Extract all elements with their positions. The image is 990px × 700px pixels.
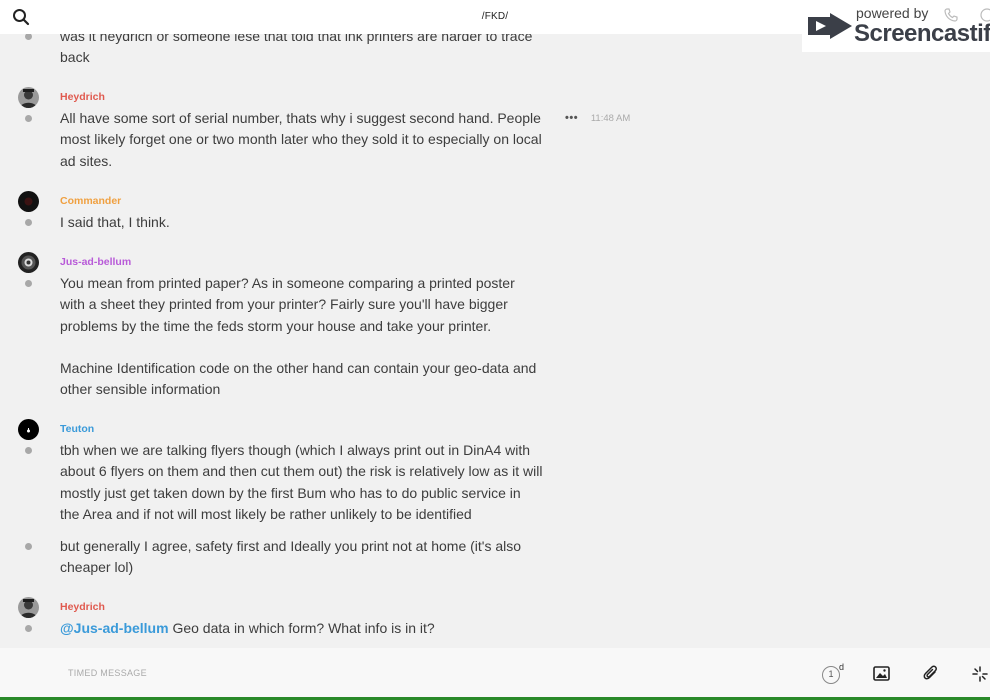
message-line: most likely forget one or two month late… [60,131,542,147]
paperclip-icon[interactable] [923,665,939,682]
message-line: You mean from printed paper? As in someo… [60,275,515,291]
watermark-powered-by: powered by [856,5,929,21]
avatar[interactable] [18,419,39,440]
phone-icon[interactable] [944,8,958,22]
message-line: problems by the time the feds storm your… [60,318,492,334]
avatar[interactable] [18,87,39,108]
more-options-icon[interactable]: ••• [565,112,578,124]
info-icon[interactable] [980,8,990,22]
message-line: with a sheet they printed from your prin… [60,296,508,312]
message-bullet [25,447,32,454]
user-mention[interactable]: @Jus-ad-bellum [60,620,169,636]
message-bullet [25,219,32,226]
message-line: the Area and if not will most likely be … [60,506,472,522]
message-line: tbh when we are talking flyers though (w… [60,442,531,458]
message-author[interactable]: Jus-ad-bellum [60,256,131,268]
timer-button[interactable]: 1 d [822,662,846,686]
message-line: but generally I agree, safety first and … [60,538,522,554]
image-icon[interactable] [873,665,890,682]
timer-icon: 1 [822,666,840,684]
message-bullet [25,115,32,122]
sparkle-icon[interactable] [972,666,988,682]
message-timestamp: 11:48 AM [590,113,631,124]
message-line: All have some sort of serial number, tha… [60,110,541,126]
message-line: I said that, I think. [60,214,170,230]
timer-unit: d [839,662,845,672]
message-bullet [25,280,32,287]
message-line: @Jus-ad-bellum Geo data in which form? W… [60,618,560,639]
message-line: mostly just get taken down by the first … [60,485,521,501]
avatar[interactable] [18,252,39,273]
message-actions: ••• 11:48 AM [565,112,630,124]
message-line: Machine Identification code on the other… [60,360,537,376]
message-input[interactable]: TIMED MESSAGE [68,668,147,678]
message-line: about 6 flyers on them and then cut them… [60,463,543,479]
message-list: was it heydrich or someone lese that tol… [0,34,990,648]
message-line: cheaper lol) [60,559,134,575]
message-author[interactable]: Heydrich [60,601,105,613]
composer: TIMED MESSAGE 1 d [0,648,990,700]
message-author[interactable]: Teuton [60,423,94,435]
message-bullet [25,34,32,40]
message-author[interactable]: Commander [60,195,121,207]
message-bullet [25,625,32,632]
message-line: was it heydrich or someone lese that tol… [60,34,533,44]
avatar[interactable] [18,597,39,618]
message-author[interactable]: Heydrich [60,91,105,103]
message-line: other sensible information [60,381,221,397]
message-line: back [60,49,90,65]
message-bullet [25,543,32,550]
message-text: Geo data in which form? What info is in … [168,620,435,636]
message-line: ad sites. [60,153,113,169]
avatar[interactable] [18,191,39,212]
